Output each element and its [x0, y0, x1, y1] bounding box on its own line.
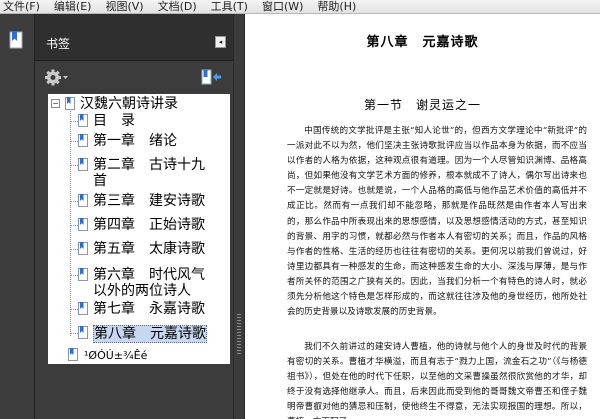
- paragraph-2: 我们不久前讲过的建安诗人曹植，他的诗就与他个人的身世及时代的背景有密切的关系。曹…: [287, 342, 587, 419]
- bookmark-item-label: 首: [93, 173, 107, 189]
- bookmark-icon: [78, 134, 88, 147]
- bookmark-item[interactable]: 第二章 古诗十九首: [93, 157, 205, 189]
- panel-splitter[interactable]: [233, 14, 245, 419]
- bookmark-item-label: 第五章 太康诗歌: [93, 241, 205, 257]
- navigation-pane-strip: [0, 14, 35, 419]
- document-page: 第八章 元嘉诗歌 第一节 谢灵运之一 中国传统的文学批评是主张“知人论世”的，但…: [245, 14, 600, 419]
- bookmark-item-label: 第六章 时代风气: [93, 267, 205, 283]
- bookmark-item[interactable]: 第一章 绪论: [93, 133, 177, 149]
- bookmark-item[interactable]: 第五章 太康诗歌: [93, 241, 205, 257]
- collapse-toggle[interactable]: −: [51, 99, 60, 108]
- paragraph-1: 中国传统的文学批评是主张“知人论世”的，但西方文学理论中“新批评”的一派对此不以…: [287, 126, 587, 318]
- bookmark-tab-icon[interactable]: [9, 31, 25, 49]
- bookmark-icon: [78, 194, 88, 207]
- bookmark-item-about[interactable]: ¹ØÓÚ±¾Êé: [84, 348, 147, 364]
- bookmark-item[interactable]: 第四章 正始诗歌: [93, 217, 205, 233]
- bookmark-item-label: 第二章 古诗十九: [93, 157, 205, 173]
- menu-item[interactable]: 工具(T): [211, 0, 248, 13]
- collapse-panel-button[interactable]: ◂: [215, 36, 226, 48]
- bookmark-icon: [68, 348, 78, 361]
- bookmark-icon: [78, 268, 88, 281]
- menu-item[interactable]: 视图(V): [105, 0, 143, 13]
- bookmark-tree: − 汉魏六朝诗讲录目 录第一章 绪论第二章 古诗十九首第三章 建安诗歌 第四章 正始…: [48, 94, 230, 364]
- bookmark-icon: [65, 97, 75, 110]
- menu-item[interactable]: 窗口(W): [262, 0, 303, 13]
- bookmark-item-label: 第八章 元嘉诗歌: [94, 326, 206, 342]
- menu-item[interactable]: 编辑(E): [54, 0, 92, 13]
- menu-item[interactable]: 文件(F): [3, 0, 40, 13]
- bookmark-item[interactable]: 第三章 建安诗歌: [93, 193, 205, 209]
- bookmark-item-label: 第七章 永嘉诗歌: [93, 301, 205, 317]
- bookmark-item[interactable]: 第八章 元嘉诗歌: [93, 325, 207, 343]
- bookmarks-panel-title: 书签: [46, 37, 71, 51]
- bookmark-item-label: 第一章 绪论: [93, 133, 177, 149]
- splitter-grip[interactable]: [237, 314, 241, 354]
- section-title: 第一节 谢灵运之一: [363, 98, 481, 112]
- bookmark-root-label: 汉魏六朝诗讲录: [80, 96, 178, 112]
- bookmarks-panel: 书签 ◂ − 汉魏六朝诗讲录 目 录 第一章 绪论 第二章 古诗十九 首 第三章…: [35, 14, 233, 419]
- bookmark-item[interactable]: 第六章 时代风气 以外的两位诗人: [93, 267, 205, 299]
- bookmark-icon: [78, 242, 88, 255]
- bookmark-item-label: 以外的两位诗人: [93, 283, 191, 299]
- menu-bar: 文件(F) 编辑(E) 视图(V) 文档(D) 工具(T) 窗口(W) 帮助(H): [0, 0, 600, 14]
- gear-icon[interactable]: [45, 69, 69, 86]
- bookmark-root[interactable]: 汉魏六朝诗讲录: [80, 96, 178, 112]
- bookmark-icon: [78, 114, 88, 127]
- bookmarks-panel-header: 书签 ◂: [35, 14, 233, 61]
- tree-guide-line: [70, 111, 71, 336]
- bookmark-item[interactable]: 第七章 永嘉诗歌: [93, 301, 205, 317]
- bookmark-item[interactable]: 目 录: [93, 113, 135, 129]
- menu-item[interactable]: 帮助(H): [317, 0, 356, 13]
- bookmark-action-icon[interactable]: [201, 69, 222, 85]
- bookmarks-toolbar: [35, 62, 233, 92]
- bookmark-item-label: ¹ØÓÚ±¾Êé: [84, 349, 148, 362]
- menu-item[interactable]: 文档(D): [158, 0, 197, 13]
- bookmark-item-label: 第三章 建安诗歌: [93, 193, 205, 209]
- chapter-title: 第八章 元嘉诗歌: [366, 35, 479, 50]
- bookmark-icon: [78, 302, 88, 315]
- bookmark-item-label: 目 录: [93, 113, 135, 129]
- bookmark-icon: [78, 158, 88, 171]
- bookmark-item-label: 第四章 正始诗歌: [93, 217, 205, 233]
- bookmark-icon: [78, 218, 88, 231]
- bookmark-icon: [78, 326, 88, 339]
